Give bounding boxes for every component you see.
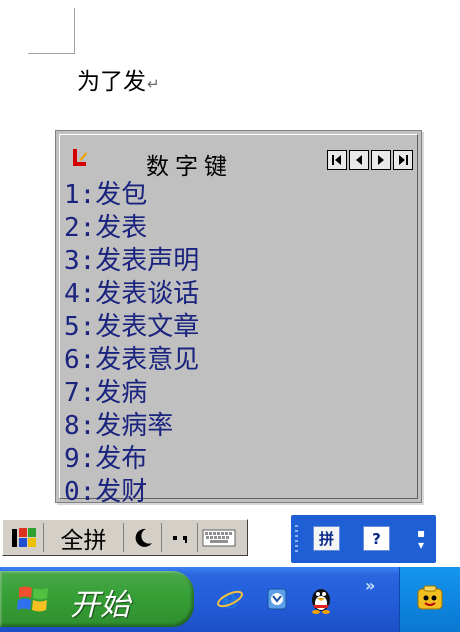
candidate-page-nav [325,150,413,170]
last-page-button[interactable] [393,150,413,170]
ime-status-bar: 全拼 [2,519,248,556]
svg-text:e: e [222,585,239,613]
candidate-item[interactable]: 0:发财 [64,476,413,509]
language-bar-grip[interactable] [295,525,298,553]
ime-switch-button[interactable] [6,523,44,552]
quick-launch-qq[interactable] [306,584,336,614]
punctuation-toggle[interactable] [162,523,198,552]
soft-keyboard-icon [202,529,236,546]
document-text[interactable]: 为了发↵ [77,62,160,96]
ime-logo-icon [73,149,87,166]
candidate-title-bar: 数字键 [60,135,417,180]
next-page-button[interactable] [371,150,391,170]
half-moon-icon [135,528,152,547]
full-half-width-toggle[interactable] [124,523,162,552]
margin-corner-mark-vertical [74,8,75,54]
skip-first-icon [332,155,341,165]
quick-launch-outlook[interactable] [262,584,292,614]
start-label: 开始 [70,588,130,623]
candidate-item[interactable]: 6:发表意见 [64,344,413,377]
system-tray [399,567,460,632]
candidate-list: 1:发包 2:发表 3:发表声明 4:发表谈话 5:发表文章 6:发表意见 7:… [64,179,413,507]
start-button[interactable]: 开始 [0,571,194,627]
margin-corner-mark-horizontal [28,53,75,54]
outlook-express-icon [267,588,287,610]
candidate-mode-label: 数字键 [146,154,233,180]
candidate-item[interactable]: 3:发表声明 [64,245,413,278]
language-bar-options-icon[interactable]: ▪ ▾ [417,527,425,551]
punctuation-icon [172,535,187,543]
arrow-right-icon [378,155,384,165]
candidate-item[interactable]: 4:发表谈话 [64,278,413,311]
windows-flag-icon [11,527,36,547]
arrow-left-icon [356,155,362,165]
qq-messenger-icon[interactable] [415,584,445,612]
quick-launch-ie[interactable]: e [215,584,245,614]
quick-launch-overflow[interactable]: » [365,576,375,595]
input-mode-button[interactable]: 全拼 [44,523,124,554]
candidate-item[interactable]: 2:发表 [64,212,413,245]
candidate-item[interactable]: 9:发布 [64,443,413,476]
help-button[interactable]: ? [363,526,390,551]
typed-text: 为了发 [77,69,146,95]
ime-candidate-window: 数字键 1:发包 2:发表 3:发表声明 4:发表谈话 5:发表文章 6:发表意… [55,130,422,507]
help-label: ? [372,529,381,548]
windows-logo-icon [17,586,48,612]
previous-page-button[interactable] [349,150,369,170]
internet-explorer-icon: e [217,585,243,613]
soft-keyboard-button[interactable] [198,523,240,552]
candidate-item[interactable]: 1:发包 [64,179,413,212]
language-bar: 拼 ? ▪ ▾ [291,515,436,563]
qq-penguin-icon [312,589,330,614]
candidate-item[interactable]: 5:发表文章 [64,311,413,344]
ime-pinyin-button[interactable]: 拼 [313,526,340,551]
candidate-item[interactable]: 8:发病率 [64,410,413,443]
first-page-button[interactable] [327,150,347,170]
candidate-item[interactable]: 7:发病 [64,377,413,410]
paragraph-mark: ↵ [147,75,160,93]
skip-last-icon [399,155,408,165]
